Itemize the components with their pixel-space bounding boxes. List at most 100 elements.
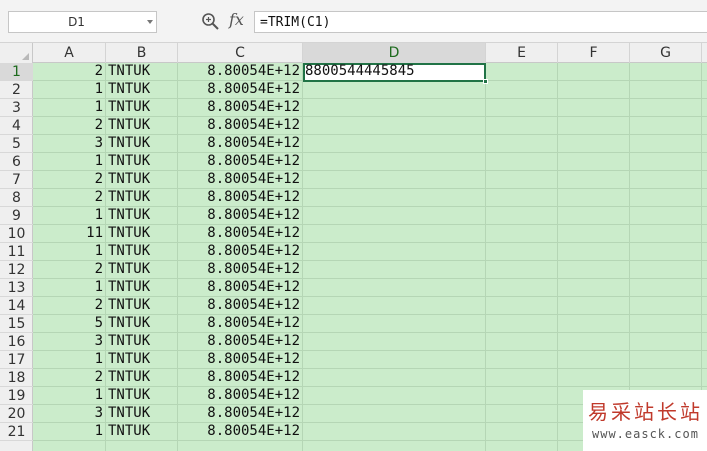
cell-a15[interactable]: 5 bbox=[33, 315, 106, 333]
row-header-20[interactable]: 20 bbox=[0, 405, 33, 423]
select-all-button[interactable] bbox=[0, 43, 33, 63]
cell-b5[interactable]: TNTUK bbox=[106, 135, 178, 153]
cell-a19[interactable]: 1 bbox=[33, 387, 106, 405]
cell-c15[interactable]: 8.80054E+12 bbox=[178, 315, 303, 333]
cell-b6[interactable]: TNTUK bbox=[106, 153, 178, 171]
cell-a5[interactable]: 3 bbox=[33, 135, 106, 153]
cell-a1[interactable]: 2 bbox=[33, 63, 106, 81]
cell-c14[interactable]: 8.80054E+12 bbox=[178, 297, 303, 315]
cell-c6[interactable]: 8.80054E+12 bbox=[178, 153, 303, 171]
cell-a6[interactable]: 1 bbox=[33, 153, 106, 171]
cell-c13[interactable]: 8.80054E+12 bbox=[178, 279, 303, 297]
cell-b20[interactable]: TNTUK bbox=[106, 405, 178, 423]
cell-a8[interactable]: 2 bbox=[33, 189, 106, 207]
cell-c16[interactable]: 8.80054E+12 bbox=[178, 333, 303, 351]
row-header-15[interactable]: 15 bbox=[0, 315, 33, 333]
column-header-a[interactable]: A bbox=[33, 43, 106, 63]
cell-c3[interactable]: 8.80054E+12 bbox=[178, 99, 303, 117]
column-header-d[interactable]: D bbox=[303, 43, 486, 63]
cell-a4[interactable]: 2 bbox=[33, 117, 106, 135]
cell-b21[interactable]: TNTUK bbox=[106, 423, 178, 441]
column-header-b[interactable]: B bbox=[106, 43, 178, 63]
cell-a20[interactable]: 3 bbox=[33, 405, 106, 423]
formula-input[interactable]: =TRIM(C1) bbox=[254, 11, 707, 33]
row-header-1[interactable]: 1 bbox=[0, 63, 33, 81]
zoom-icon[interactable] bbox=[201, 12, 220, 31]
cell-a21[interactable]: 1 bbox=[33, 423, 106, 441]
row-header-3[interactable]: 3 bbox=[0, 99, 33, 117]
cell-a13[interactable]: 1 bbox=[33, 279, 106, 297]
row-header-16[interactable]: 16 bbox=[0, 333, 33, 351]
cell-c4[interactable]: 8.80054E+12 bbox=[178, 117, 303, 135]
cell-c9[interactable]: 8.80054E+12 bbox=[178, 207, 303, 225]
name-box[interactable]: D1 bbox=[8, 11, 157, 33]
cell-c12[interactable]: 8.80054E+12 bbox=[178, 261, 303, 279]
row-header-14[interactable]: 14 bbox=[0, 297, 33, 315]
column-header-c[interactable]: C bbox=[178, 43, 303, 63]
cell-a12[interactable]: 2 bbox=[33, 261, 106, 279]
cell-b11[interactable]: TNTUK bbox=[106, 243, 178, 261]
cell-b9[interactable]: TNTUK bbox=[106, 207, 178, 225]
cell-b17[interactable]: TNTUK bbox=[106, 351, 178, 369]
cell-b18[interactable]: TNTUK bbox=[106, 369, 178, 387]
cell-b12[interactable]: TNTUK bbox=[106, 261, 178, 279]
cell-b2[interactable]: TNTUK bbox=[106, 81, 178, 99]
row-header-17[interactable]: 17 bbox=[0, 351, 33, 369]
row-header-11[interactable]: 11 bbox=[0, 243, 33, 261]
cell-a14[interactable]: 2 bbox=[33, 297, 106, 315]
cell-b8[interactable]: TNTUK bbox=[106, 189, 178, 207]
cell-a16[interactable]: 3 bbox=[33, 333, 106, 351]
row-header-19[interactable]: 19 bbox=[0, 387, 33, 405]
cell-c1[interactable]: 8.80054E+12 bbox=[178, 63, 303, 81]
fx-icon[interactable]: fx bbox=[229, 10, 247, 32]
cell-a10[interactable]: 11 bbox=[33, 225, 106, 243]
cell-c17[interactable]: 8.80054E+12 bbox=[178, 351, 303, 369]
cell-c2[interactable]: 8.80054E+12 bbox=[178, 81, 303, 99]
cell-c20[interactable]: 8.80054E+12 bbox=[178, 405, 303, 423]
cell-c5[interactable]: 8.80054E+12 bbox=[178, 135, 303, 153]
cell-b1[interactable]: TNTUK bbox=[106, 63, 178, 81]
cell-c19[interactable]: 8.80054E+12 bbox=[178, 387, 303, 405]
watermark-logo: 易采站长站 www.easck.com bbox=[583, 390, 707, 451]
cell-a7[interactable]: 2 bbox=[33, 171, 106, 189]
cell-c21[interactable]: 8.80054E+12 bbox=[178, 423, 303, 441]
cell-c7[interactable]: 8.80054E+12 bbox=[178, 171, 303, 189]
cell-a18[interactable]: 2 bbox=[33, 369, 106, 387]
cell-c18[interactable]: 8.80054E+12 bbox=[178, 369, 303, 387]
row-header-12[interactable]: 12 bbox=[0, 261, 33, 279]
row-header-18[interactable]: 18 bbox=[0, 369, 33, 387]
row-header-5[interactable]: 5 bbox=[0, 135, 33, 153]
cell-b3[interactable]: TNTUK bbox=[106, 99, 178, 117]
cell-c11[interactable]: 8.80054E+12 bbox=[178, 243, 303, 261]
row-header-2[interactable]: 2 bbox=[0, 81, 33, 99]
cell-b19[interactable]: TNTUK bbox=[106, 387, 178, 405]
cell-c10[interactable]: 8.80054E+12 bbox=[178, 225, 303, 243]
column-header-e[interactable]: E bbox=[486, 43, 558, 63]
row-header-13[interactable]: 13 bbox=[0, 279, 33, 297]
row-header-4[interactable]: 4 bbox=[0, 117, 33, 135]
cell-a3[interactable]: 1 bbox=[33, 99, 106, 117]
cell-b13[interactable]: TNTUK bbox=[106, 279, 178, 297]
cell-a11[interactable]: 1 bbox=[33, 243, 106, 261]
cell-b7[interactable]: TNTUK bbox=[106, 171, 178, 189]
cell-b14[interactable]: TNTUK bbox=[106, 297, 178, 315]
cell-c8[interactable]: 8.80054E+12 bbox=[178, 189, 303, 207]
chevron-down-icon[interactable] bbox=[147, 20, 153, 24]
row-header-6[interactable]: 6 bbox=[0, 153, 33, 171]
cell-b10[interactable]: TNTUK bbox=[106, 225, 178, 243]
row-header-8[interactable]: 8 bbox=[0, 189, 33, 207]
row-header-7[interactable]: 7 bbox=[0, 171, 33, 189]
cell-b15[interactable]: TNTUK bbox=[106, 315, 178, 333]
row-header-21[interactable]: 21 bbox=[0, 423, 33, 441]
cell-a9[interactable]: 1 bbox=[33, 207, 106, 225]
row-header-10[interactable]: 10 bbox=[0, 225, 33, 243]
name-box-value[interactable]: D1 bbox=[9, 15, 144, 29]
cell-a2[interactable]: 1 bbox=[33, 81, 106, 99]
cell-d1[interactable]: 8800544445845 bbox=[303, 63, 486, 81]
cell-b4[interactable]: TNTUK bbox=[106, 117, 178, 135]
cell-a17[interactable]: 1 bbox=[33, 351, 106, 369]
column-header-g[interactable]: G bbox=[630, 43, 702, 63]
column-header-f[interactable]: F bbox=[558, 43, 630, 63]
cell-b16[interactable]: TNTUK bbox=[106, 333, 178, 351]
row-header-9[interactable]: 9 bbox=[0, 207, 33, 225]
